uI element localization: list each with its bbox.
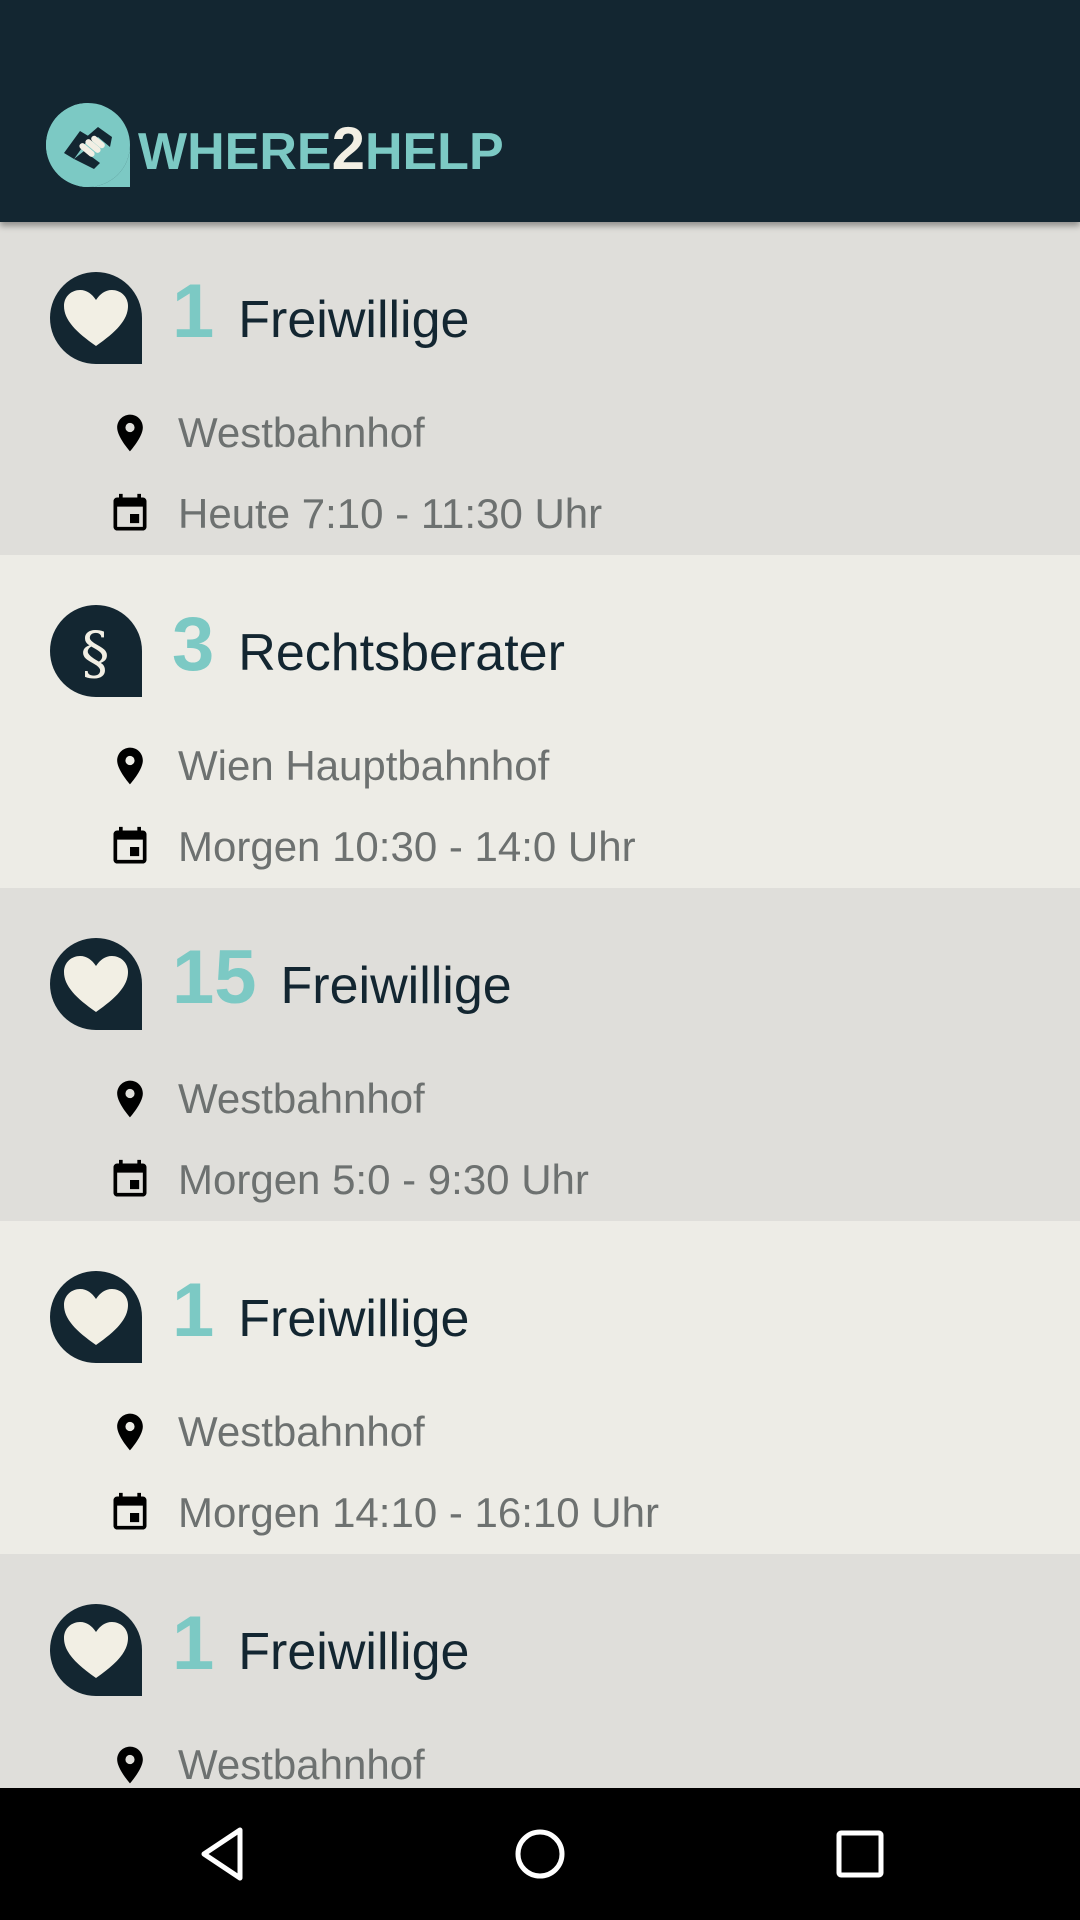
- back-icon[interactable]: [192, 1824, 252, 1884]
- need-heading: 1 Freiwillige: [172, 274, 469, 364]
- need-card[interactable]: 1 Freiwillige Westbahnhof Heute 7:10 - 1…: [0, 222, 1080, 555]
- need-card[interactable]: 1 Freiwillige Westbahnhof: [0, 1554, 1080, 1788]
- needs-list: 1 Freiwillige Westbahnhof Heute 7:10 - 1…: [0, 222, 1080, 1788]
- calendar-icon: [113, 1159, 147, 1197]
- need-count: 1: [172, 1268, 215, 1353]
- need-count: 1: [172, 269, 215, 354]
- need-role: Rechtsberater: [238, 624, 565, 682]
- need-card[interactable]: 15 Freiwillige Westbahnhof Morgen 5:0 - …: [0, 888, 1080, 1221]
- heart-icon: [50, 938, 142, 1030]
- location-row: Wien Hauptbahnhof: [108, 739, 549, 793]
- location-pin-icon: [117, 747, 143, 785]
- location-text: Westbahnhof: [178, 1075, 425, 1122]
- paragraph-icon: §: [50, 605, 142, 697]
- location-text: Westbahnhof: [178, 1408, 425, 1455]
- time-text: Morgen 5:0 - 9:30 Uhr: [178, 1156, 589, 1203]
- need-count: 3: [172, 602, 215, 687]
- time-text: Morgen 10:30 - 14:0 Uhr: [178, 823, 636, 870]
- calendar-icon: [113, 493, 147, 531]
- handshake-icon: [46, 103, 130, 187]
- location-text: Wien Hauptbahnhof: [178, 742, 550, 789]
- time-row: Morgen 10:30 - 14:0 Uhr: [108, 820, 636, 874]
- need-heading: 1 Freiwillige: [172, 1273, 469, 1363]
- time-row: Heute 7:10 - 11:30 Uhr: [108, 487, 602, 541]
- calendar-icon: [113, 1492, 147, 1530]
- need-heading: 15 Freiwillige: [172, 940, 512, 1030]
- need-role: Freiwillige: [280, 957, 512, 1015]
- heart-icon: [50, 272, 142, 364]
- need-role: Freiwillige: [238, 291, 470, 349]
- time-text: Morgen 14:10 - 16:10 Uhr: [178, 1489, 659, 1536]
- location-row: Westbahnhof: [108, 1072, 425, 1126]
- location-pin-icon: [117, 414, 143, 452]
- need-role: Freiwillige: [238, 1623, 470, 1681]
- home-icon[interactable]: [510, 1824, 570, 1884]
- recents-icon[interactable]: [830, 1824, 890, 1884]
- location-text: Westbahnhof: [178, 409, 425, 456]
- location-row: Westbahnhof: [108, 1738, 425, 1788]
- time-row: Morgen 5:0 - 9:30 Uhr: [108, 1153, 589, 1207]
- calendar-icon: [113, 826, 147, 864]
- need-heading: 3 Rechtsberater: [172, 607, 565, 697]
- brand-name: WHERE2HELP: [138, 115, 504, 182]
- location-row: Westbahnhof: [108, 1405, 425, 1459]
- need-count: 15: [172, 935, 257, 1020]
- location-row: Westbahnhof: [108, 406, 425, 460]
- time-text: Heute 7:10 - 11:30 Uhr: [178, 490, 603, 537]
- heart-icon: [50, 1271, 142, 1363]
- need-role: Freiwillige: [238, 1290, 470, 1348]
- heart-icon: [50, 1604, 142, 1696]
- location-text: Westbahnhof: [178, 1741, 425, 1788]
- need-card[interactable]: § 3 Rechtsberater Wien Hauptbahnhof Morg…: [0, 555, 1080, 888]
- app-logo: WHERE2HELP: [44, 100, 504, 190]
- app-bar: WHERE2HELP: [0, 0, 1080, 222]
- svg-text:§: §: [81, 619, 110, 687]
- need-heading: 1 Freiwillige: [172, 1606, 469, 1696]
- location-pin-icon: [117, 1080, 143, 1118]
- location-pin-icon: [117, 1413, 143, 1451]
- need-count: 1: [172, 1601, 215, 1686]
- location-pin-icon: [117, 1746, 143, 1784]
- system-nav-bar: [0, 1788, 1080, 1920]
- time-row: Morgen 14:10 - 16:10 Uhr: [108, 1486, 659, 1540]
- need-card[interactable]: 1 Freiwillige Westbahnhof Morgen 14:10 -…: [0, 1221, 1080, 1554]
